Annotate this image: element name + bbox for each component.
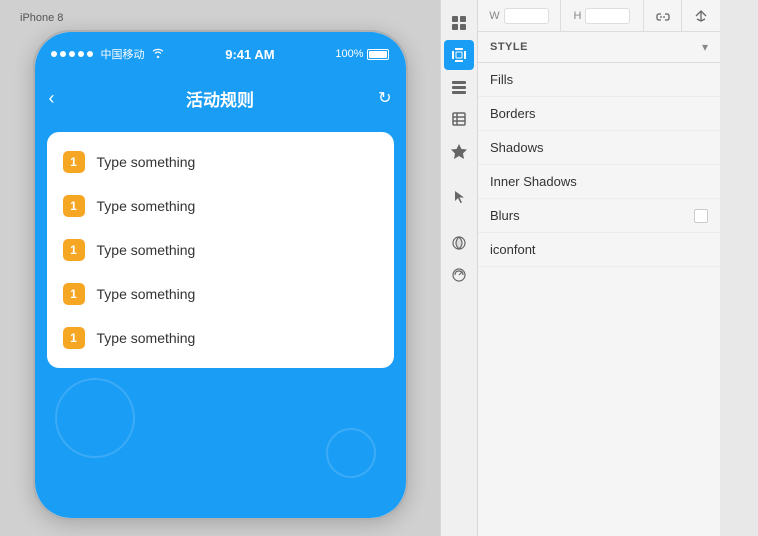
style-item-fills[interactable]: Fills: [478, 63, 720, 97]
status-left: 中国移动: [51, 46, 165, 62]
tool-grid-2x2[interactable]: [444, 8, 474, 38]
refresh-button[interactable]: ↻: [378, 88, 391, 108]
item-text-4: Type something: [97, 286, 196, 302]
style-item-blurs[interactable]: Blurs: [478, 199, 720, 233]
list-item: 1 Type something: [47, 184, 394, 228]
wifi-icon: [151, 47, 165, 61]
signal-dots: [51, 51, 93, 57]
status-time: 9:41 AM: [225, 47, 274, 62]
iphone-mockup: 中国移动 9:41 AM 100% ‹ 活动规则: [33, 30, 408, 520]
status-right: 100%: [335, 48, 389, 60]
style-item-shadows[interactable]: Shadows: [478, 131, 720, 165]
carrier-text: 中国移动: [101, 46, 145, 62]
width-input[interactable]: [504, 8, 549, 24]
fills-label: Fills: [490, 72, 708, 87]
inspector-panel: W H STYLE ▾ Fills: [478, 0, 720, 536]
signal-dot-3: [69, 51, 75, 57]
height-label: H: [574, 10, 582, 22]
height-field[interactable]: H: [561, 0, 644, 31]
list-item: 1 Type something: [47, 272, 394, 316]
signal-dot-1: [51, 51, 57, 57]
signal-dot-4: [78, 51, 84, 57]
device-label: iPhone 8: [20, 12, 63, 24]
list-item: 1 Type something: [47, 140, 394, 184]
tool-component[interactable]: [444, 104, 474, 134]
height-input[interactable]: [585, 8, 630, 24]
canvas-panel: iPhone 8 中国移动: [0, 0, 440, 536]
style-item-inner-shadows[interactable]: Inner Shadows: [478, 165, 720, 199]
item-text-1: Type something: [97, 154, 196, 170]
list-item: 1 Type something: [47, 228, 394, 272]
item-badge-1: 1: [63, 151, 85, 173]
item-badge-3: 1: [63, 239, 85, 261]
battery-percent: 100%: [335, 48, 363, 60]
tool-style-paint[interactable]: [444, 228, 474, 258]
blurs-checkbox[interactable]: [694, 209, 708, 223]
style-section-header[interactable]: STYLE ▾: [478, 32, 720, 63]
tool-frame[interactable]: [444, 40, 474, 70]
item-badge-4: 1: [63, 283, 85, 305]
content-area: 1 Type something 1 Type something 1 Type…: [35, 120, 406, 518]
item-text-2: Type something: [97, 198, 196, 214]
item-text-3: Type something: [97, 242, 196, 258]
tool-symbol[interactable]: [444, 136, 474, 166]
battery-icon: [367, 49, 389, 60]
back-button[interactable]: ‹: [49, 88, 55, 109]
shadows-label: Shadows: [490, 140, 708, 155]
tool-prototype[interactable]: [444, 260, 474, 290]
width-field[interactable]: W: [478, 0, 561, 31]
dimension-row: W H: [478, 0, 720, 32]
nav-title: 活动规则: [186, 86, 254, 111]
list-item: 1 Type something: [47, 316, 394, 360]
style-section-title: STYLE: [490, 41, 528, 53]
navigation-bar: ‹ 活动规则 ↻: [35, 76, 406, 120]
toolbar: [440, 0, 478, 536]
width-label: W: [489, 10, 499, 22]
style-item-borders[interactable]: Borders: [478, 97, 720, 131]
borders-label: Borders: [490, 106, 708, 121]
flip-button[interactable]: [682, 0, 720, 31]
constrain-proportions-button[interactable]: [644, 0, 682, 31]
status-bar: 中国移动 9:41 AM 100%: [35, 32, 406, 76]
blurs-label: Blurs: [490, 208, 694, 223]
signal-dot-5: [87, 51, 93, 57]
item-text-5: Type something: [97, 330, 196, 346]
style-section-chevron: ▾: [702, 40, 708, 54]
battery-fill: [369, 51, 387, 58]
list-card: 1 Type something 1 Type something 1 Type…: [47, 132, 394, 368]
bg-decoration-1: [55, 378, 135, 458]
iconfont-label: iconfont: [490, 242, 708, 257]
tool-grid-rows[interactable]: [444, 72, 474, 102]
style-item-iconfont[interactable]: iconfont: [478, 233, 720, 267]
bg-decoration-2: [326, 428, 376, 478]
inner-shadows-label: Inner Shadows: [490, 174, 708, 189]
tool-pointer[interactable]: [444, 182, 474, 212]
signal-dot-2: [60, 51, 66, 57]
item-badge-5: 1: [63, 327, 85, 349]
item-badge-2: 1: [63, 195, 85, 217]
